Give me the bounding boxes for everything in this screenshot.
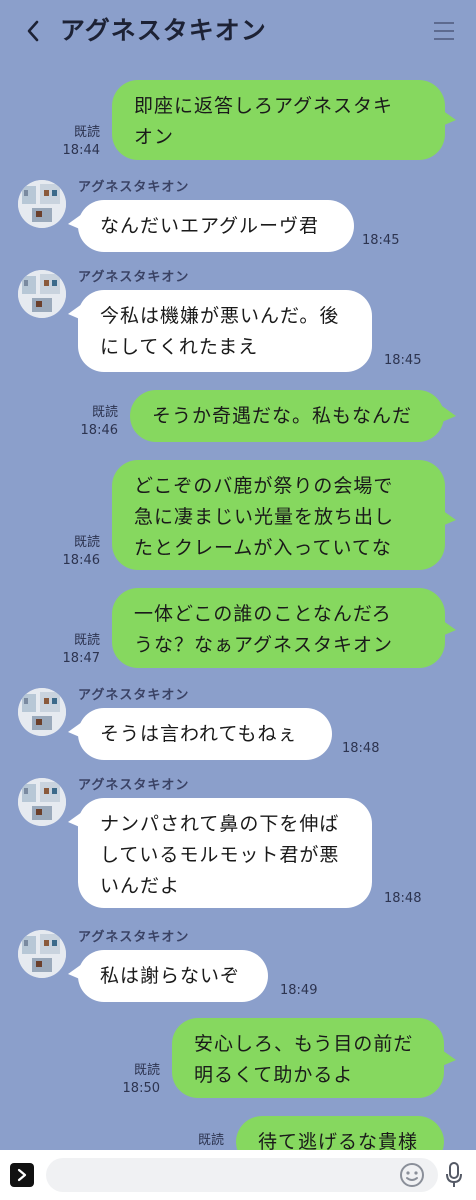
message-bubble[interactable]: 今私は機嫌が悪いんだ。後 にしてくれたまえ (78, 290, 372, 372)
message-meta: 既読 (164, 1132, 224, 1150)
avatar[interactable] (18, 930, 66, 978)
avatar[interactable] (18, 778, 66, 826)
timestamp: 18:49 (280, 983, 318, 998)
read-receipt: 既読 (73, 535, 100, 550)
avatar-icon (18, 688, 66, 736)
voice-button[interactable] (444, 1161, 464, 1189)
bubble-tail (442, 1050, 456, 1066)
avatar[interactable] (18, 180, 66, 228)
sender-name: アグネスタキオン (78, 930, 190, 945)
microphone-icon (446, 1162, 462, 1187)
timestamp: 18:50 (122, 1081, 160, 1096)
read-receipt: 既読 (197, 1133, 224, 1148)
message-bubble[interactable]: そうか奇遇だな。私もなんだ (130, 390, 444, 442)
chevron-left-icon (27, 20, 39, 42)
read-receipt: 既読 (133, 1063, 160, 1078)
message-input[interactable] (46, 1158, 438, 1192)
message-meta: 既読 18:46 (40, 534, 100, 570)
message-meta: 18:49 (280, 982, 330, 1000)
read-receipt: 既読 (73, 125, 100, 140)
message-meta: 18:45 (362, 232, 412, 250)
smiley-icon (400, 1163, 424, 1187)
timestamp: 18:48 (342, 741, 380, 756)
sender-name: アグネスタキオン (78, 270, 190, 285)
message-bubble[interactable]: なんだいエアグルーヴ君 (78, 200, 354, 252)
chat-title: アグネスタキオン (60, 16, 267, 45)
message-meta: 18:48 (342, 740, 392, 758)
expand-button[interactable] (10, 1163, 34, 1187)
read-receipt: 既読 (91, 405, 118, 420)
bubble-tail (442, 510, 456, 526)
timestamp: 18:46 (62, 553, 100, 568)
timestamp: 18:45 (384, 353, 422, 368)
timestamp: 18:44 (62, 143, 100, 158)
message-bubble[interactable]: そうは言われてもねぇ (78, 708, 332, 760)
sender-name: アグネスタキオン (78, 688, 190, 703)
message-meta: 既読 18:46 (60, 404, 118, 440)
timestamp: 18:48 (384, 891, 422, 906)
hamburger-menu-icon (434, 22, 454, 24)
avatar-icon (18, 180, 66, 228)
chat-header: アグネスタキオン (0, 0, 476, 62)
avatar-icon (18, 270, 66, 318)
message-bubble[interactable]: 一体どこの誰のことなんだろ うな？なぁアグネスタキオン (112, 588, 445, 668)
message-bubble[interactable]: 私は謝らないぞ (78, 950, 268, 1002)
message-bubble[interactable]: どこぞのバ鹿が祭りの会場で 急に凄まじい光量を放ち出し たとクレームが入っていて… (112, 460, 445, 570)
bubble-tail (442, 620, 456, 636)
message-bubble[interactable]: 即座に返答しろアグネスタキ オン (112, 80, 445, 160)
sender-name: アグネスタキオン (78, 180, 190, 195)
message-meta: 既読 18:50 (100, 1062, 160, 1098)
message-bubble[interactable]: 安心しろ、もう目の前だ 明るくて助かるよ (172, 1018, 444, 1098)
message-bubble[interactable]: ナンパされて鼻の下を伸ば しているモルモット君が悪 いんだよ (78, 798, 372, 908)
bubble-tail (442, 110, 456, 126)
message-input-bar (0, 1150, 476, 1200)
sender-name: アグネスタキオン (78, 778, 190, 793)
back-button[interactable] (22, 16, 44, 46)
timestamp: 18:45 (362, 233, 400, 248)
bubble-tail (442, 406, 456, 422)
message-meta: 18:45 (384, 352, 434, 370)
message-meta: 既読 18:44 (40, 124, 100, 160)
avatar-icon (18, 930, 66, 978)
emoji-button[interactable] (399, 1162, 425, 1188)
timestamp: 18:46 (80, 423, 118, 438)
read-receipt: 既読 (73, 633, 100, 648)
message-meta: 既読 18:47 (40, 632, 100, 668)
avatar[interactable] (18, 688, 66, 736)
avatar-icon (18, 778, 66, 826)
menu-button[interactable] (434, 20, 458, 42)
timestamp: 18:47 (62, 651, 100, 666)
chevron-right-icon (17, 1168, 27, 1182)
message-meta: 18:48 (384, 890, 434, 908)
avatar[interactable] (18, 270, 66, 318)
